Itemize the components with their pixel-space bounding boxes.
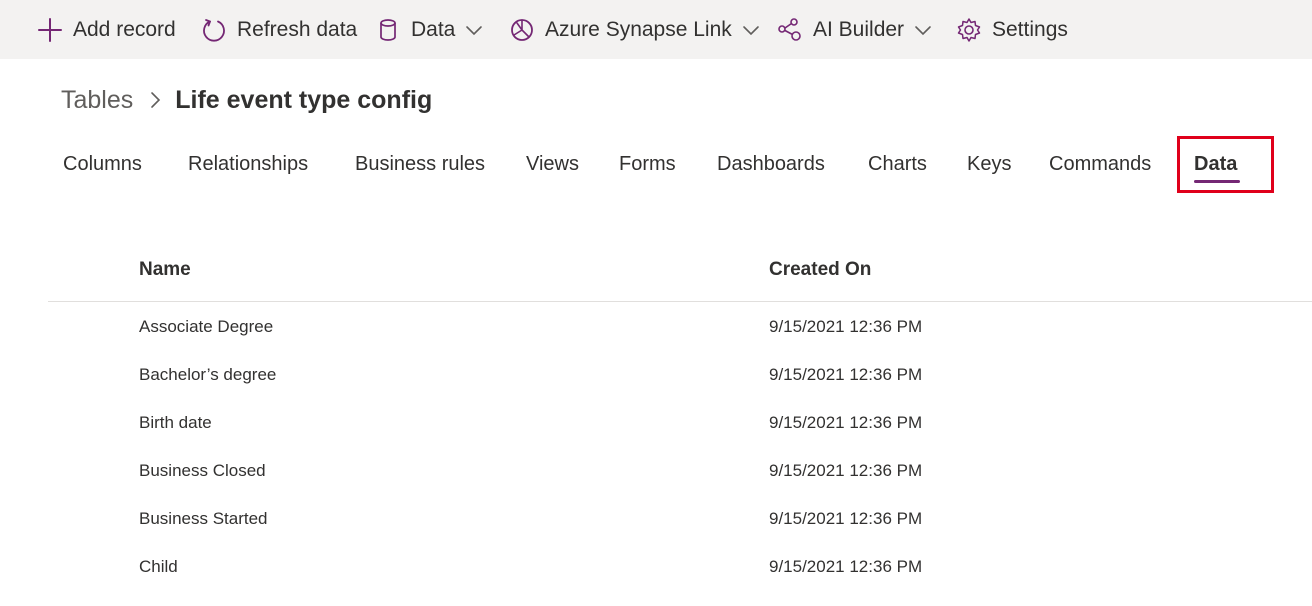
tab-dashboards[interactable]: Dashboards: [717, 148, 825, 180]
chevron-right-icon: [149, 91, 161, 109]
table-row[interactable]: Associate Degree 9/15/2021 12:36 PM: [48, 303, 1312, 351]
cell-name[interactable]: Child: [139, 543, 178, 591]
tab-views[interactable]: Views: [526, 148, 579, 180]
tab-relationships[interactable]: Relationships: [188, 148, 308, 180]
cell-name[interactable]: Bachelor’s degree: [139, 351, 276, 399]
column-header-name[interactable]: Name: [139, 256, 191, 284]
table-row[interactable]: Child 9/15/2021 12:36 PM: [48, 543, 1312, 591]
cell-name[interactable]: Associate Degree: [139, 303, 273, 351]
data-menu-button[interactable]: Data: [374, 0, 483, 59]
table-row[interactable]: Bachelor’s degree 9/15/2021 12:36 PM: [48, 351, 1312, 399]
cell-created-on: 9/15/2021 12:36 PM: [769, 365, 923, 384]
ai-builder-label: AI Builder: [813, 17, 905, 41]
synapse-link-icon: [508, 16, 536, 44]
azure-synapse-link-button[interactable]: Azure Synapse Link: [508, 0, 760, 59]
page-title: Life event type config: [175, 85, 433, 114]
tab-keys[interactable]: Keys: [967, 148, 1011, 180]
chevron-down-icon: [465, 24, 483, 36]
breadcrumb-tables-link[interactable]: Tables: [61, 86, 133, 115]
tab-columns[interactable]: Columns: [63, 148, 142, 180]
table-header-divider: [48, 301, 1312, 302]
azure-synapse-link-label: Azure Synapse Link: [545, 17, 732, 41]
data-menu-label: Data: [411, 17, 456, 41]
command-bar: Add record Refresh data Data Azure Synap…: [0, 0, 1312, 59]
column-header-created-on[interactable]: Created On: [769, 256, 871, 284]
cell-created-on: 9/15/2021 12:36 PM: [769, 413, 923, 432]
table-row[interactable]: Birth date 9/15/2021 12:36 PM: [48, 399, 1312, 447]
cell-name[interactable]: Business Started: [139, 495, 268, 543]
cell-created-on: 9/15/2021 12:36 PM: [769, 317, 923, 336]
plus-icon: [36, 16, 64, 44]
settings-label: Settings: [992, 17, 1068, 41]
tab-charts[interactable]: Charts: [868, 148, 927, 180]
table-row[interactable]: Business Closed 9/15/2021 12:36 PM: [48, 447, 1312, 495]
cell-name[interactable]: Business Closed: [139, 447, 266, 495]
chevron-down-icon: [742, 24, 760, 36]
cell-created-on: 9/15/2021 12:36 PM: [769, 557, 923, 576]
cell-name[interactable]: Birth date: [139, 399, 212, 447]
add-record-label: Add record: [73, 17, 176, 41]
highlight-annotation-box: [1177, 136, 1274, 193]
cell-created-on: 9/15/2021 12:36 PM: [769, 461, 923, 480]
ai-builder-button[interactable]: AI Builder: [776, 0, 932, 59]
ai-builder-icon: [776, 16, 804, 44]
breadcrumb: Tables Life event type config: [61, 82, 432, 118]
gear-icon: [955, 16, 983, 44]
tab-forms[interactable]: Forms: [619, 148, 676, 180]
tab-commands[interactable]: Commands: [1049, 148, 1151, 180]
add-record-button[interactable]: Add record: [36, 0, 176, 59]
table-row[interactable]: Business Started 9/15/2021 12:36 PM: [48, 495, 1312, 543]
settings-button[interactable]: Settings: [955, 0, 1068, 59]
refresh-icon: [200, 16, 228, 44]
tab-business-rules[interactable]: Business rules: [355, 148, 485, 180]
cell-created-on: 9/15/2021 12:36 PM: [769, 509, 923, 528]
database-icon: [374, 16, 402, 44]
refresh-data-button[interactable]: Refresh data: [200, 0, 357, 59]
chevron-down-icon: [914, 24, 932, 36]
refresh-data-label: Refresh data: [237, 17, 358, 41]
